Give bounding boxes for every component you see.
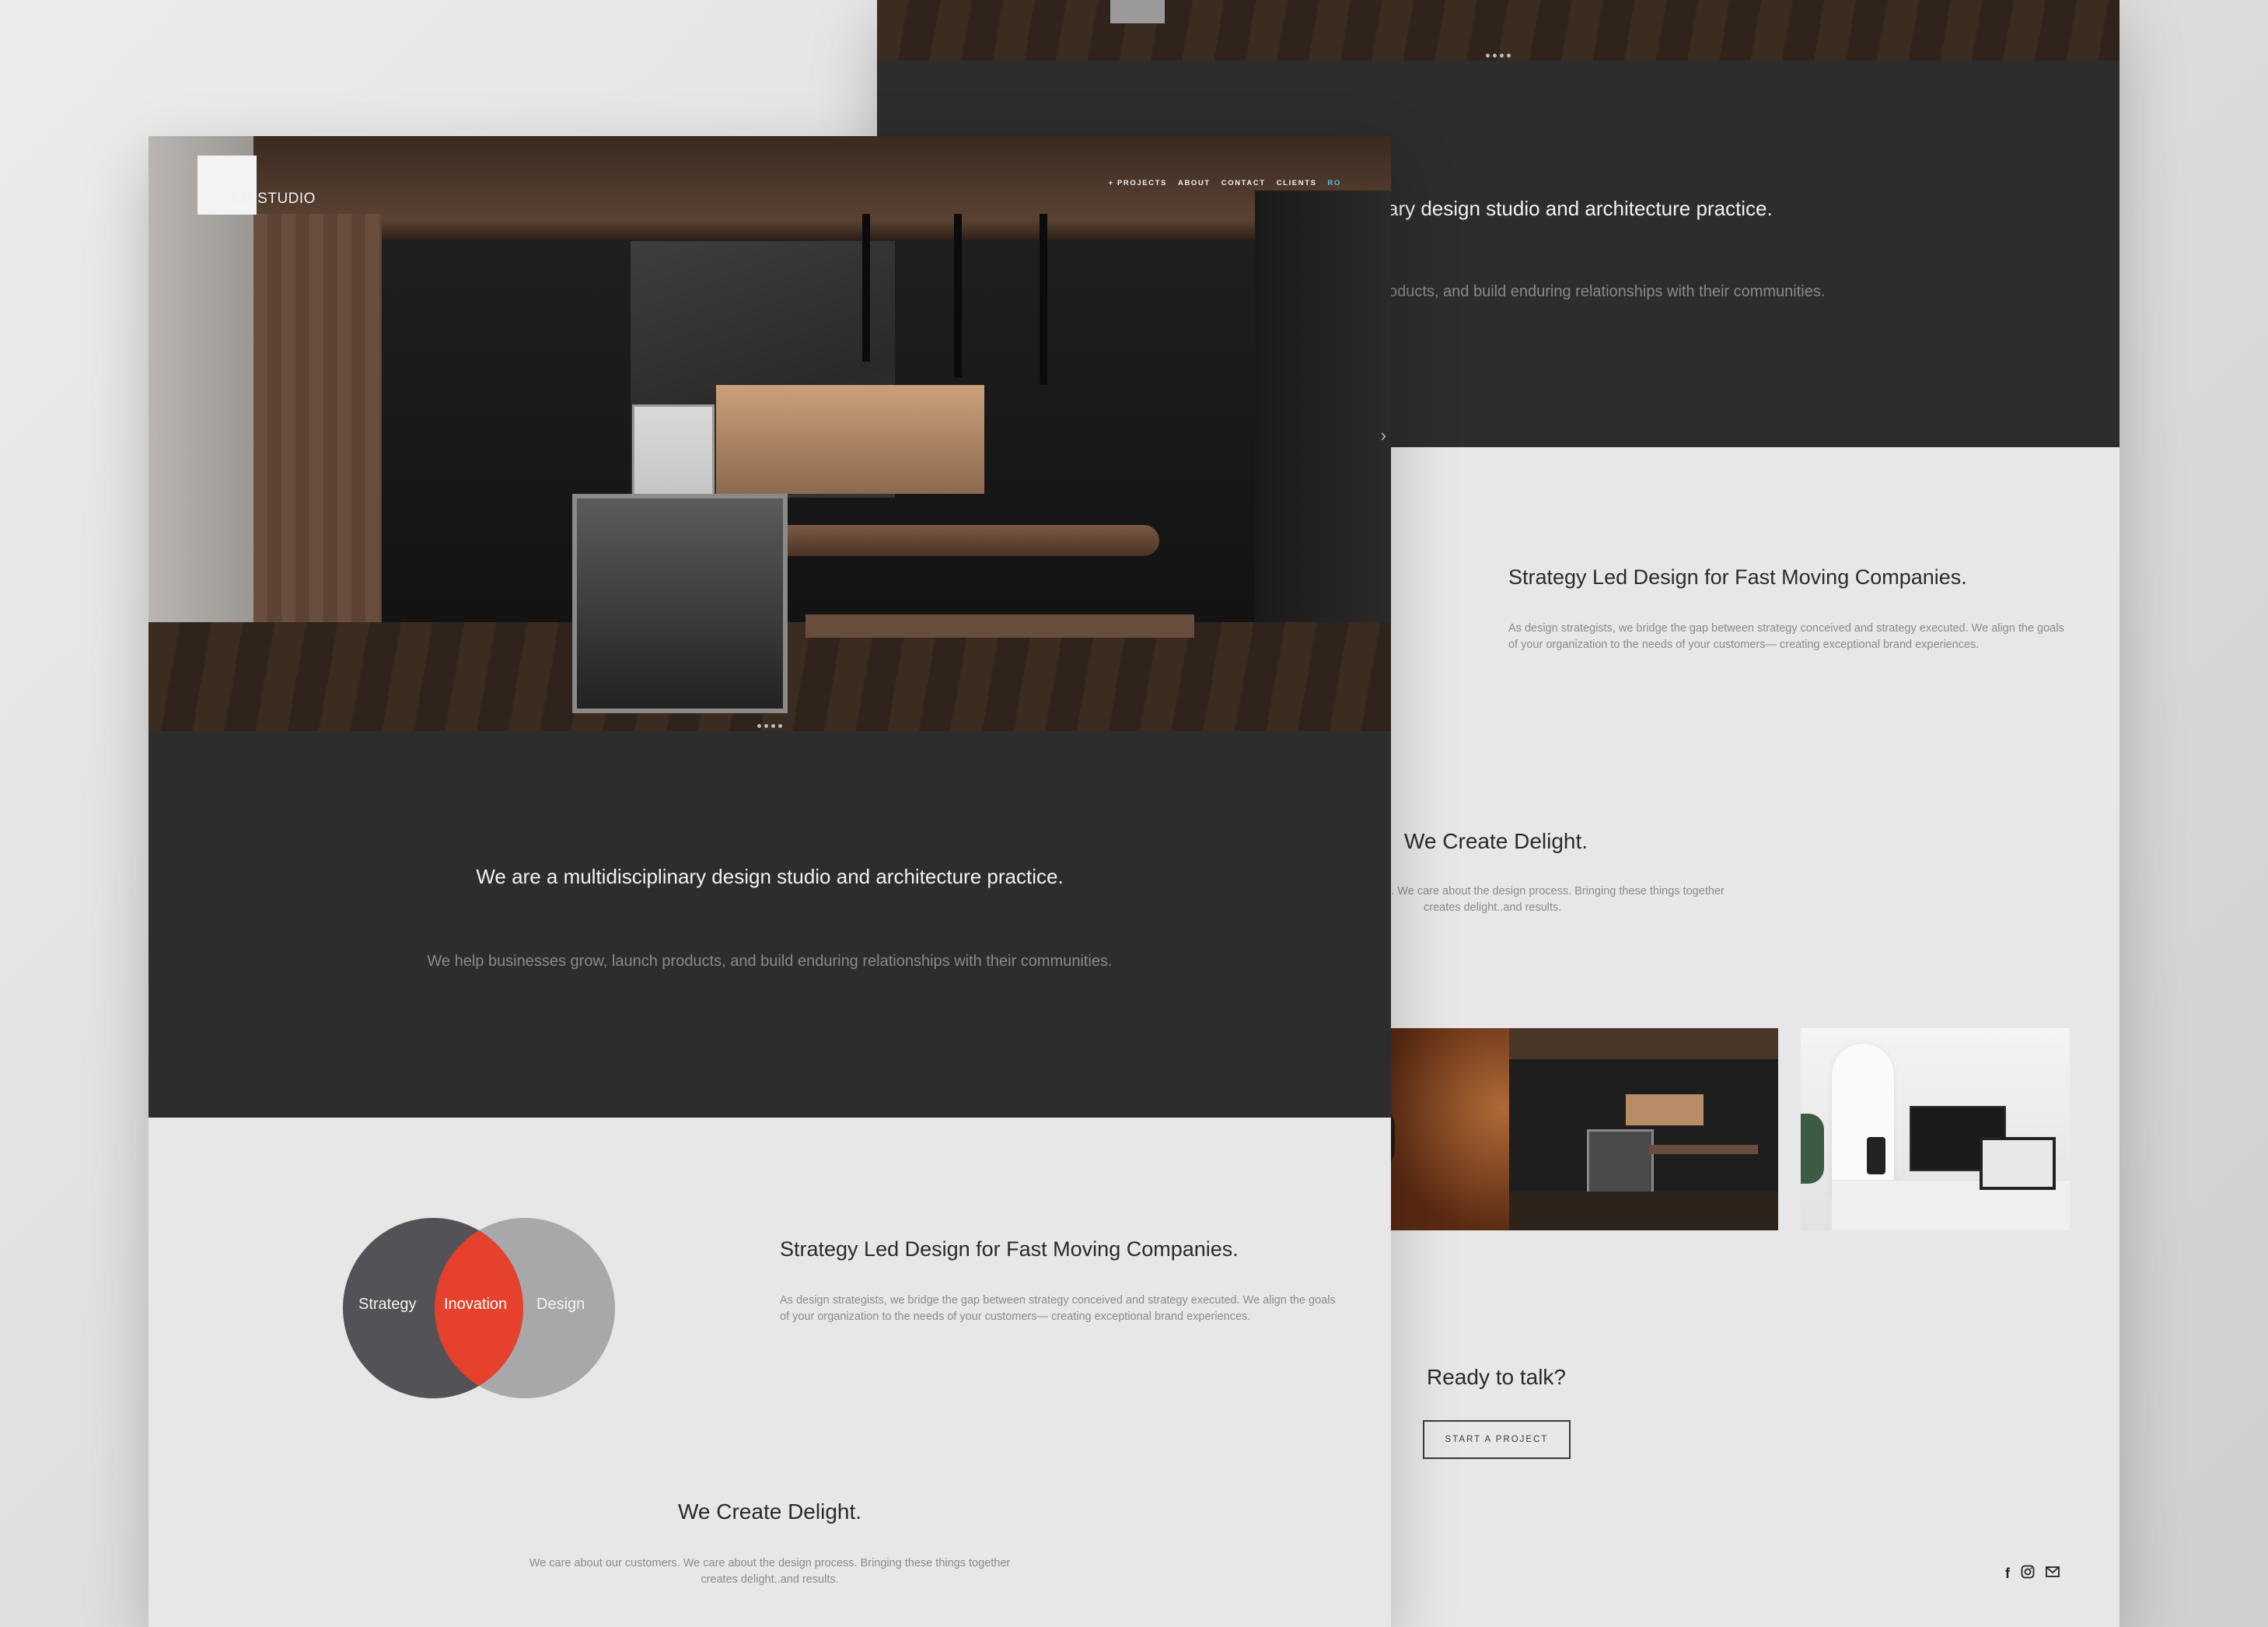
mail-icon[interactable]	[2046, 1566, 2060, 1581]
venn-label-inovation: Inovation	[444, 1296, 508, 1313]
instagram-icon[interactable]	[2021, 1565, 2035, 1583]
strategy-title: Strategy Led Design for Fast Moving Comp…	[780, 1237, 1239, 1261]
intro-subtitle: We help businesses grow, launch products…	[427, 953, 1113, 970]
carousel-next-arrow[interactable]: ›	[1381, 425, 1386, 446]
strategy-body: As design strategists, we bridge the gap…	[780, 1294, 1336, 1323]
contact-title: Ready to talk?	[1427, 1365, 1566, 1389]
project-thumbnail-kitchen[interactable]	[1509, 1028, 1778, 1230]
delight-body: We care about our customers. We care abo…	[149, 1555, 1391, 1588]
project-thumbnail-devices[interactable]	[1801, 1028, 2070, 1230]
hero-image	[149, 136, 1391, 731]
hero-image-cropped	[877, 0, 2119, 61]
main-nav: + PROJECTS ABOUT CONTACT CLIENTS RO	[1109, 179, 1341, 187]
intro-section: We are a multidisciplinary design studio…	[149, 731, 1391, 1118]
carousel-prev-arrow[interactable]: ‹	[153, 425, 159, 446]
delight-title: We Create Delight.	[1404, 829, 1588, 853]
facebook-icon[interactable]: f	[2005, 1566, 2010, 1582]
intro-subtitle: oducts, and build enduring relationships…	[1389, 283, 1826, 300]
delight-body-line1: We care about our customers. We care abo…	[529, 1557, 1011, 1569]
venn-label-design: Design	[536, 1296, 585, 1313]
nav-projects[interactable]: + PROJECTS	[1109, 179, 1167, 187]
carousel-dots[interactable]	[757, 724, 782, 728]
logo-text[interactable]: CB STUDIO	[232, 191, 316, 208]
strategy-title: Strategy Led Design for Fast Moving Comp…	[1508, 565, 1967, 589]
delight-body-line2: creates delight..and results.	[701, 1573, 839, 1586]
start-project-button[interactable]: START A PROJECT	[1423, 1420, 1571, 1459]
intro-title: We are a multidisciplinary design studio…	[476, 865, 1064, 888]
strategy-body: As design strategists, we bridge the gap…	[1508, 622, 2064, 651]
social-links: f	[2005, 1565, 2060, 1583]
venn-label-strategy: Strategy	[358, 1296, 417, 1313]
delight-body-line1: s. We care about the design process. Bri…	[1386, 885, 1725, 897]
delight-title: We Create Delight.	[677, 1499, 862, 1524]
carousel-dots[interactable]	[1486, 54, 1511, 58]
language-switch[interactable]: RO	[1328, 179, 1341, 187]
nav-about[interactable]: ABOUT	[1178, 179, 1211, 187]
intro-title: ary design studio and architecture pract…	[1387, 197, 1773, 220]
nav-contact[interactable]: CONTACT	[1221, 179, 1266, 187]
nav-clients[interactable]: CLIENTS	[1277, 179, 1317, 187]
delight-body-line2: creates delight..and results.	[1424, 901, 1562, 914]
front-page-preview: CB STUDIO + PROJECTS ABOUT CONTACT CLIEN…	[149, 136, 1391, 1627]
